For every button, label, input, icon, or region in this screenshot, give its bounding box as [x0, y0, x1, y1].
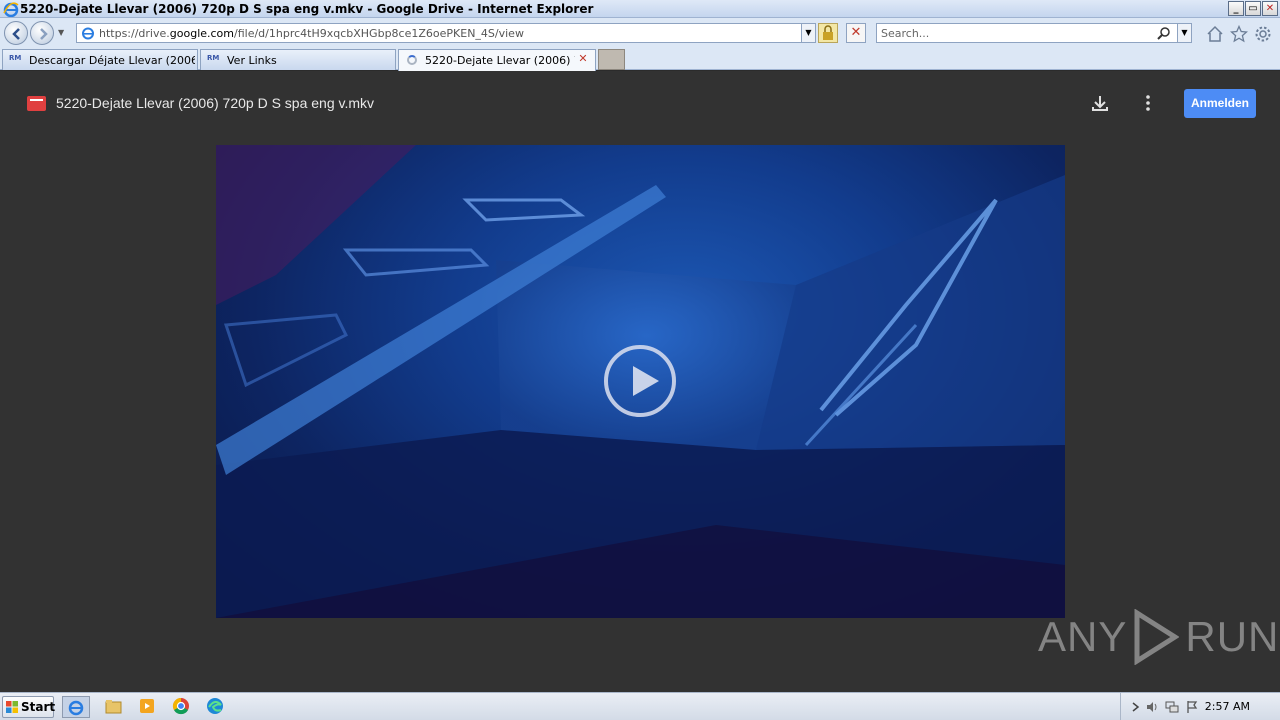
taskbar-internet-explorer[interactable]	[62, 696, 90, 718]
settings-gear-icon[interactable]	[1254, 25, 1272, 43]
search-icon[interactable]	[1157, 26, 1171, 40]
stop-icon[interactable]: ✕	[846, 23, 866, 43]
clock[interactable]: 2:57 AM	[1205, 700, 1250, 713]
page-favicon-icon	[82, 27, 94, 40]
home-icon[interactable]	[1206, 25, 1224, 43]
address-bar[interactable]: https://drive.google.com/file/d/1hprc4tH…	[76, 23, 816, 43]
window-titlebar: 5220-Dejate Llevar (2006) 720p D S spa e…	[0, 0, 1280, 18]
anyrun-watermark: ANY RUN	[1038, 609, 1279, 665]
media-player-icon	[140, 699, 154, 713]
file-name: 5220-Dejate Llevar (2006) 720p D S spa e…	[56, 95, 375, 111]
close-window-button[interactable]: ✕	[1262, 1, 1278, 16]
back-arrow-icon	[12, 28, 20, 40]
forward-button[interactable]	[30, 21, 54, 45]
edge-icon	[207, 698, 223, 714]
loading-spinner-icon	[407, 55, 417, 65]
internet-explorer-icon	[68, 700, 84, 716]
url-text[interactable]: https://drive.google.com/file/d/1hprc4tH…	[99, 27, 524, 40]
tab-ver-links[interactable]: RM Ver Links	[200, 49, 396, 70]
play-triangle-icon	[1134, 609, 1180, 665]
chrome-icon	[172, 697, 189, 715]
volume-icon[interactable]	[1145, 700, 1159, 714]
tab-favicon: RM	[9, 54, 22, 62]
address-dropdown-icon[interactable]: ▼	[801, 24, 815, 42]
start-button[interactable]: Start	[2, 696, 55, 718]
taskbar-explorer[interactable]	[100, 696, 128, 718]
forward-arrow-icon	[40, 28, 48, 40]
tab-label: 5220-Dejate Llevar (2006) 7...	[425, 54, 575, 67]
search-dropdown-icon[interactable]: ▼	[1177, 24, 1191, 42]
network-icon[interactable]	[1165, 700, 1179, 714]
video-file-icon	[27, 96, 46, 111]
sign-in-button[interactable]: Anmelden	[1184, 89, 1256, 118]
lock-icon[interactable]	[818, 23, 838, 43]
restore-button[interactable]: ▭	[1245, 1, 1261, 16]
tab-google-drive[interactable]: 5220-Dejate Llevar (2006) 7... ✕	[398, 49, 596, 71]
favorites-star-icon[interactable]	[1230, 25, 1248, 43]
back-button[interactable]	[4, 21, 28, 45]
video-player[interactable]	[216, 145, 1065, 618]
download-icon[interactable]	[1090, 93, 1110, 113]
tray-collapse-icon[interactable]	[1129, 700, 1143, 714]
internet-explorer-icon	[3, 2, 19, 17]
taskbar-chrome[interactable]	[168, 696, 196, 718]
close-tab-icon[interactable]: ✕	[576, 52, 590, 66]
tab-label: Descargar Déjate Llevar (2006) ...	[29, 54, 195, 67]
new-tab-button[interactable]	[598, 49, 625, 70]
history-dropdown-icon[interactable]: ▼	[58, 28, 64, 37]
window-title: 5220-Dejate Llevar (2006) 720p D S spa e…	[20, 2, 594, 16]
minimize-button[interactable]: _	[1228, 1, 1244, 16]
tab-descargar[interactable]: RM Descargar Déjate Llevar (2006) ...	[2, 49, 198, 70]
taskbar: Start 2:57 AM	[0, 692, 1280, 720]
taskbar-media-player[interactable]	[134, 696, 162, 718]
more-options-icon[interactable]	[1140, 93, 1156, 113]
windows-logo-icon	[6, 701, 18, 713]
tab-label: Ver Links	[227, 54, 277, 67]
tab-strip: RM Descargar Déjate Llevar (2006) ... RM…	[0, 48, 1280, 71]
play-button-icon[interactable]	[604, 345, 676, 417]
taskbar-edge[interactable]	[202, 696, 230, 718]
search-placeholder[interactable]: Search...	[881, 27, 929, 40]
system-tray: 2:57 AM	[1120, 693, 1280, 720]
tab-favicon: RM	[207, 54, 220, 62]
navigation-bar: ▼ https://drive.google.com/file/d/1hprc4…	[0, 18, 1280, 48]
action-center-flag-icon[interactable]	[1185, 700, 1199, 714]
folder-icon	[105, 700, 122, 714]
drive-viewer: 5220-Dejate Llevar (2006) 720p D S spa e…	[0, 71, 1280, 692]
search-box[interactable]: Search... ▼	[876, 23, 1192, 43]
